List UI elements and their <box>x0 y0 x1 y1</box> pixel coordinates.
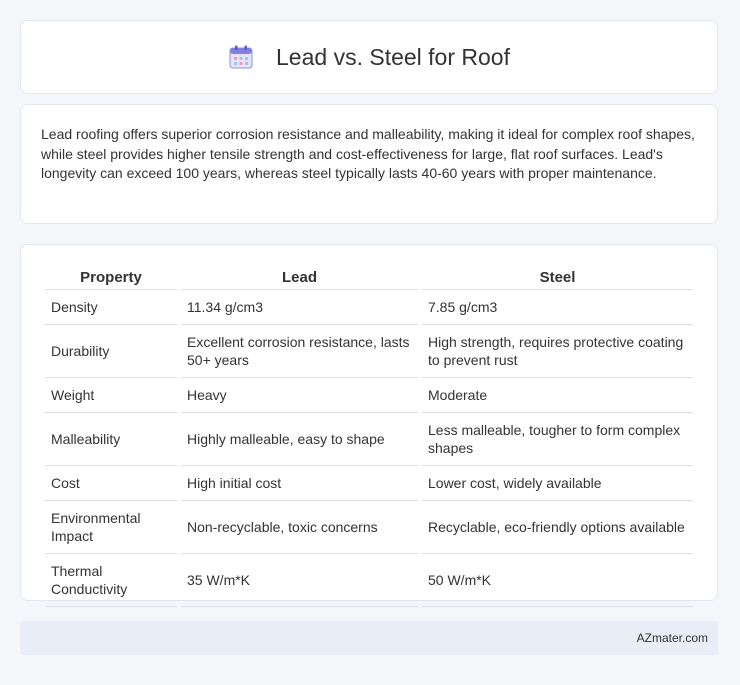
row-property: Density <box>45 290 177 325</box>
table-row: Durability Excellent corrosion resistanc… <box>45 325 693 378</box>
row-property: Cost <box>45 466 177 501</box>
comparison-table: Property Lead Steel Density 11.34 g/cm3 … <box>41 265 697 607</box>
row-lead-value: Heavy <box>181 378 418 413</box>
title-card: Lead vs. Steel for Roof <box>20 20 718 94</box>
row-property: Environmental Impact <box>45 501 177 554</box>
row-steel-value: High strength, requires protective coati… <box>422 325 693 378</box>
summary-card: Lead roofing offers superior corrosion r… <box>20 104 718 224</box>
row-property: Weight <box>45 378 177 413</box>
row-property: Malleability <box>45 413 177 466</box>
table-row: Cost High initial cost Lower cost, widel… <box>45 466 693 501</box>
row-steel-value: Lower cost, widely available <box>422 466 693 501</box>
row-lead-value: Non-recyclable, toxic concerns <box>181 501 418 554</box>
header-property: Property <box>45 265 177 290</box>
row-property: Durability <box>45 325 177 378</box>
row-steel-value: 50 W/m*K <box>422 554 693 607</box>
row-lead-value: Highly malleable, easy to shape <box>181 413 418 466</box>
footer-bar: AZmater.com <box>20 621 718 655</box>
summary-text: Lead roofing offers superior corrosion r… <box>41 126 695 181</box>
table-row: Density 11.34 g/cm3 7.85 g/cm3 <box>45 290 693 325</box>
header-steel: Steel <box>422 265 693 290</box>
row-lead-value: High initial cost <box>181 466 418 501</box>
table-row: Weight Heavy Moderate <box>45 378 693 413</box>
header-lead: Lead <box>181 265 418 290</box>
row-lead-value: 35 W/m*K <box>181 554 418 607</box>
table-row: Environmental Impact Non-recyclable, tox… <box>45 501 693 554</box>
row-lead-value: 11.34 g/cm3 <box>181 290 418 325</box>
comparison-card: Property Lead Steel Density 11.34 g/cm3 … <box>20 244 718 607</box>
row-property: Thermal Conductivity <box>45 554 177 607</box>
footer-brand: AZmater.com <box>636 631 708 645</box>
table-row: Thermal Conductivity 35 W/m*K 50 W/m*K <box>45 554 693 607</box>
row-steel-value: Moderate <box>422 378 693 413</box>
table-header-row: Property Lead Steel <box>45 265 693 290</box>
row-steel-value: 7.85 g/cm3 <box>422 290 693 325</box>
page-title: Lead vs. Steel for Roof <box>276 43 510 70</box>
row-lead-value: Excellent corrosion resistance, lasts 50… <box>181 325 418 378</box>
row-steel-value: Recyclable, eco-friendly options availab… <box>422 501 693 554</box>
table-row: Malleability Highly malleable, easy to s… <box>45 413 693 466</box>
row-steel-value: Less malleable, tougher to form complex … <box>422 413 693 466</box>
calendar-icon <box>228 44 254 70</box>
